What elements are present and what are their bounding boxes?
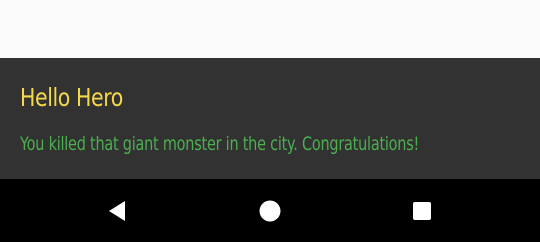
app-screen: Hello Hero You killed that giant monster… [0,0,540,242]
system-navigation-bar [0,179,540,242]
home-circle-icon [259,200,281,222]
app-content-area [0,0,540,58]
notification-message: You killed that giant monster in the cit… [20,133,420,155]
back-button[interactable] [98,191,138,231]
home-button[interactable] [250,191,290,231]
notification-title: Hello Hero [20,83,123,112]
recents-button[interactable] [402,191,442,231]
back-triangle-icon [109,201,125,221]
notification-snackbar: Hello Hero You killed that giant monster… [0,58,540,179]
recents-square-icon [413,202,431,220]
